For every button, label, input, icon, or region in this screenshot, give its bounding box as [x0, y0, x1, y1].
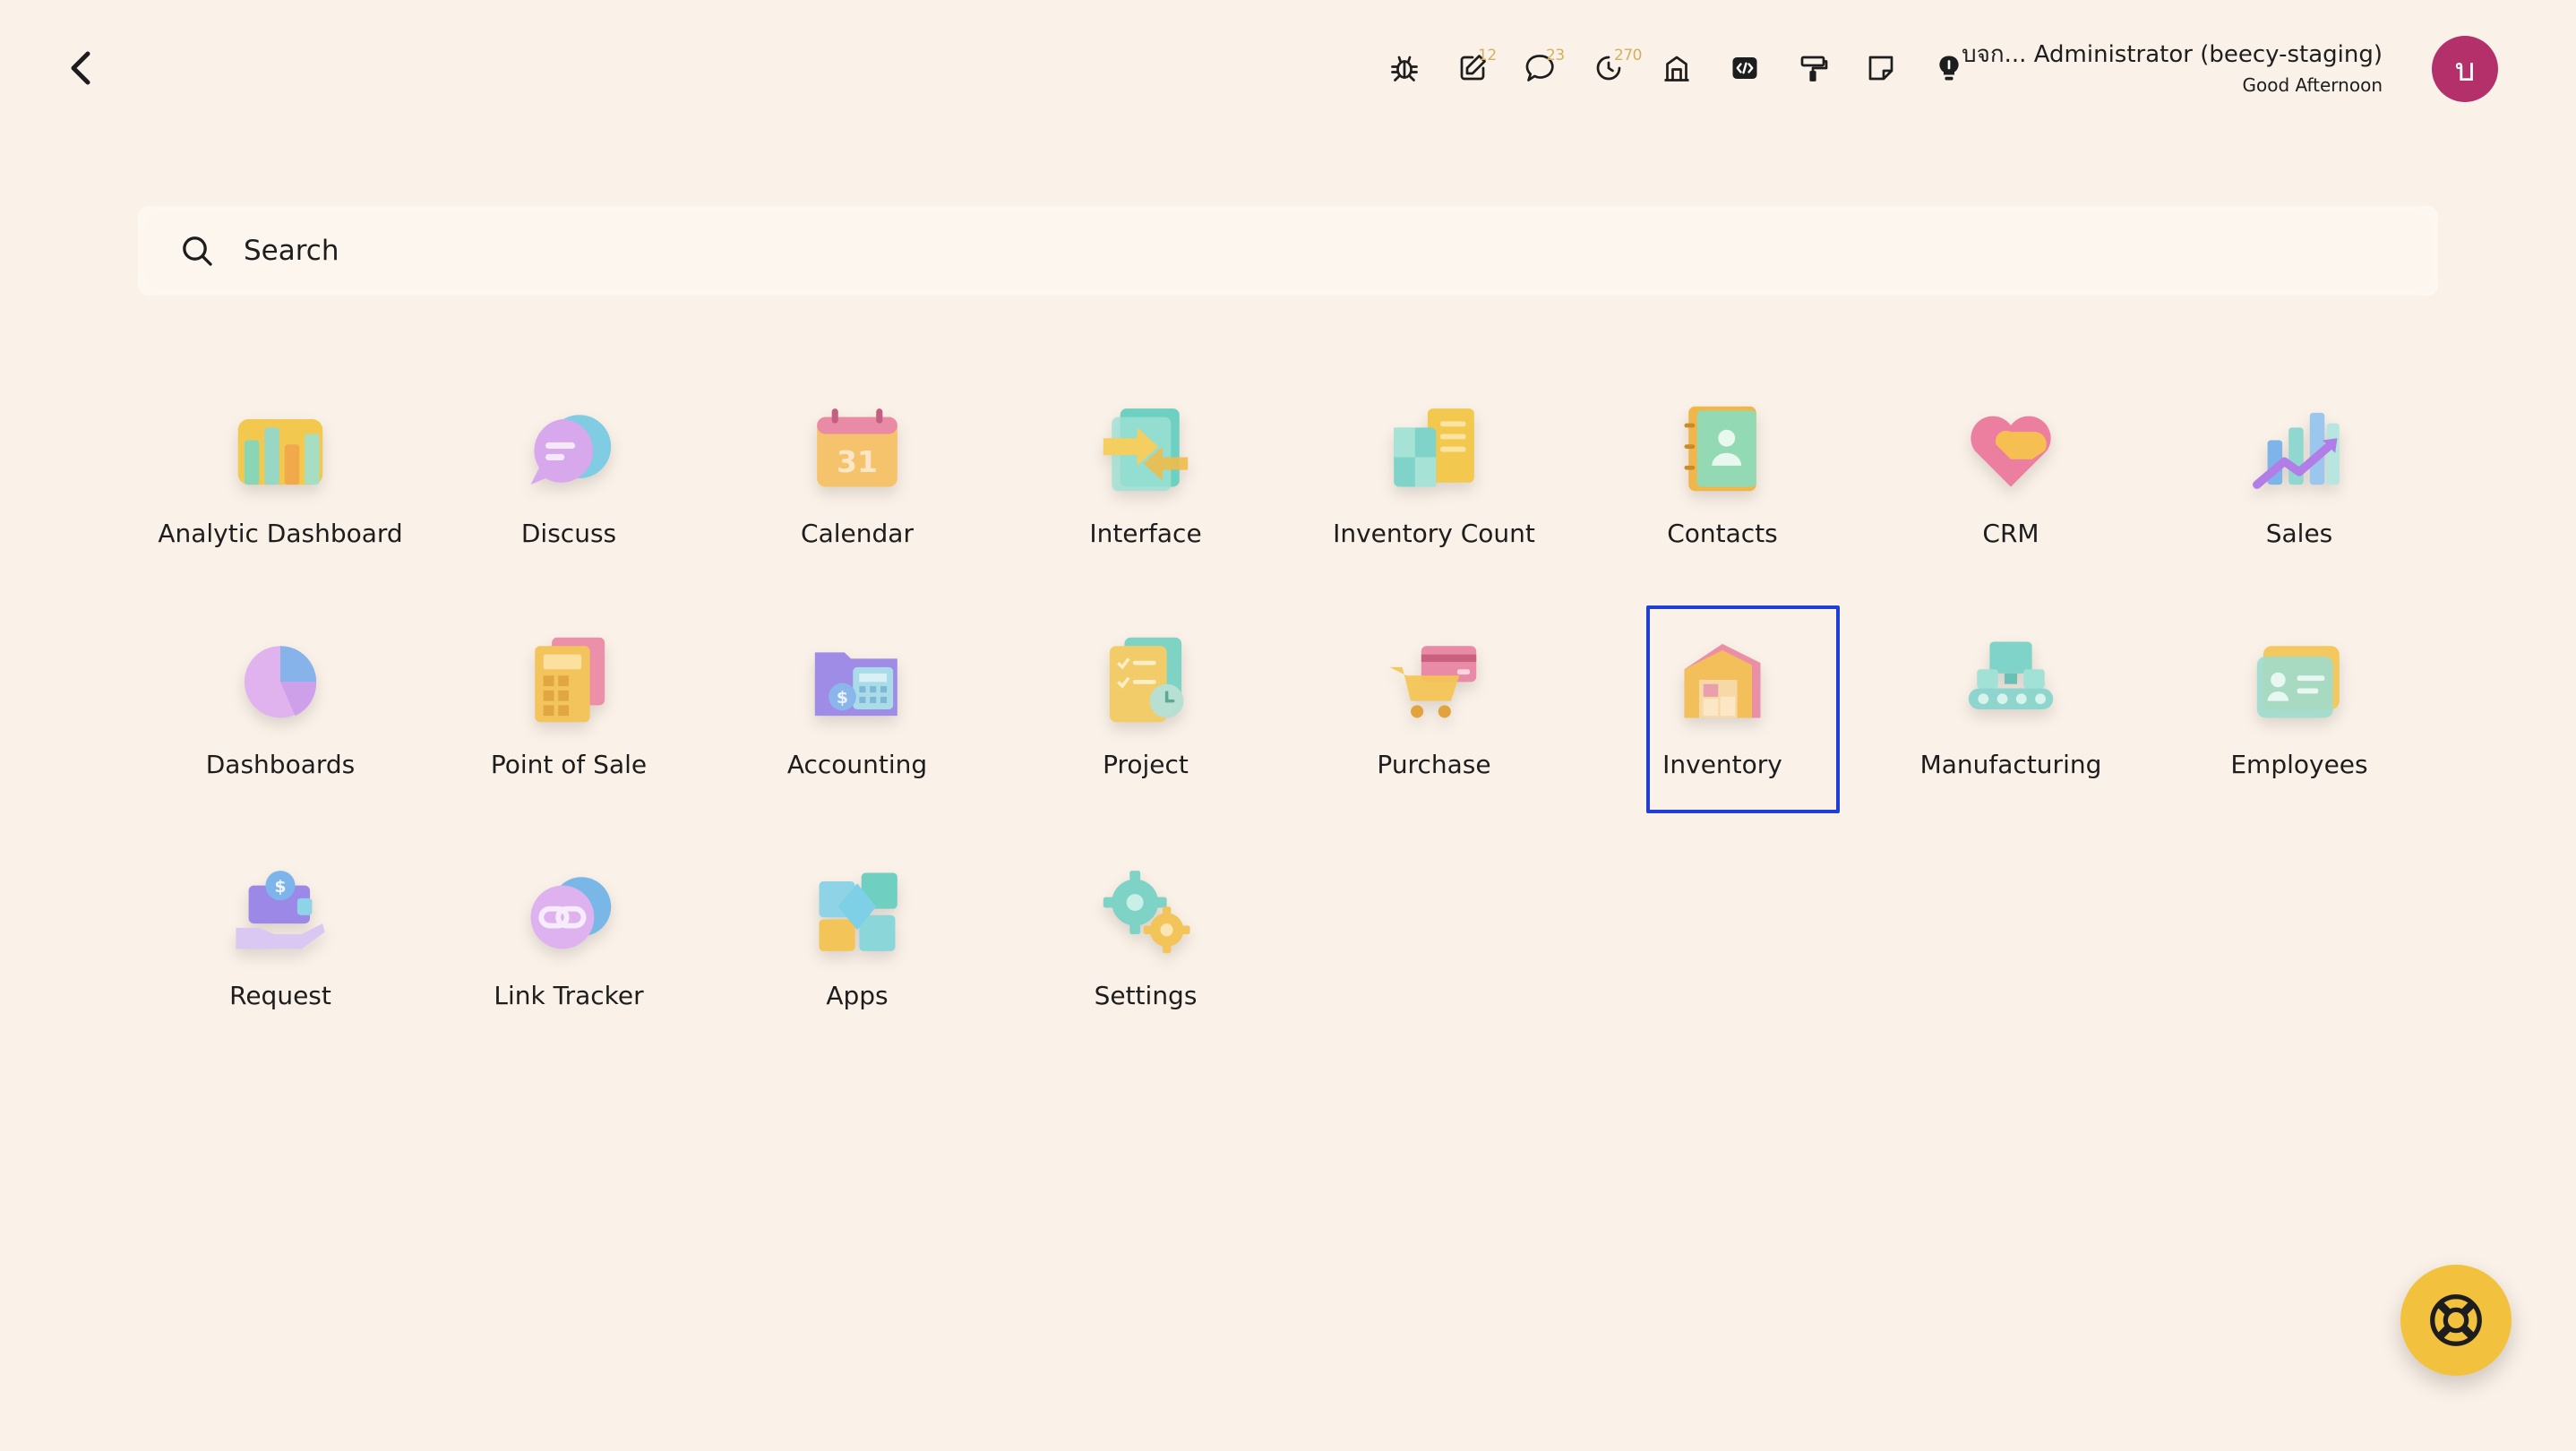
- search-icon: [183, 236, 212, 266]
- sales-chart-icon: [2253, 412, 2340, 489]
- link-icon: [530, 877, 612, 949]
- id-card-icon: [2256, 646, 2340, 718]
- app-label: Request: [229, 981, 331, 1010]
- chevron-left-icon: [71, 51, 90, 85]
- app-accounting[interactable]: $ Accounting: [713, 605, 1001, 837]
- search-bar[interactable]: [138, 206, 2438, 296]
- app-point-of-sale[interactable]: Point of Sale: [425, 605, 713, 837]
- svg-text:$: $: [274, 877, 286, 897]
- building-icon: [1664, 56, 1689, 82]
- pie-chart-icon: [244, 646, 317, 718]
- user-name: บจก... Administrator (beecy-staging): [1962, 41, 2383, 68]
- search-input[interactable]: [242, 228, 2302, 274]
- messages-badge: 23: [1546, 47, 1565, 64]
- systray-company[interactable]: [1643, 41, 1711, 95]
- app-label: Purchase: [1377, 750, 1491, 779]
- user-greeting: Good Afternoon: [2242, 74, 2383, 96]
- user-menu[interactable]: บจก... Administrator (beecy-staging) Goo…: [1962, 39, 2383, 97]
- systray-activity[interactable]: 270: [1575, 41, 1643, 95]
- gears-icon: [1103, 871, 1190, 954]
- app-discuss[interactable]: Discuss: [425, 374, 713, 605]
- app-label: Apps: [826, 981, 889, 1010]
- calendar-icon: 31: [817, 408, 897, 487]
- svg-text:31: 31: [837, 444, 878, 479]
- svg-text:$: $: [837, 688, 848, 708]
- systray-sticky-notes[interactable]: [1847, 41, 1915, 95]
- app-label: Settings: [1094, 981, 1198, 1010]
- accounting-folder-icon: $: [814, 652, 897, 717]
- app-label: Dashboards: [205, 750, 356, 779]
- app-label: Inventory: [1662, 750, 1782, 779]
- app-label: Sales: [2265, 519, 2333, 548]
- help-button[interactable]: [2400, 1265, 2512, 1376]
- app-analytic-dashboard[interactable]: Analytic Dashboard: [136, 374, 425, 605]
- avatar[interactable]: บ: [2432, 36, 2498, 102]
- app-crm[interactable]: CRM: [1867, 374, 2155, 605]
- lifebuoy-icon: [2430, 1294, 2482, 1346]
- bar-chart-icon: [237, 418, 323, 485]
- app-label: Discuss: [520, 519, 617, 548]
- systray-theme[interactable]: [1779, 41, 1847, 95]
- app-label: Contacts: [1667, 519, 1778, 548]
- apps-grid: Analytic Dashboard Discuss 31 Calendar I…: [136, 374, 2443, 1068]
- app-label: Analytic Dashboard: [158, 519, 403, 548]
- pos-terminal-icon: [535, 637, 605, 723]
- systray-developer[interactable]: [1711, 41, 1779, 95]
- app-request[interactable]: $ Request: [136, 837, 425, 1068]
- app-project[interactable]: Project: [1001, 605, 1290, 837]
- interface-arrows-icon: [1103, 408, 1189, 492]
- app-label: Accounting: [786, 750, 928, 779]
- paint-roller-icon: [1800, 56, 1828, 82]
- shopping-cart-icon: [1389, 646, 1477, 718]
- apps-cubes-icon: [819, 872, 897, 951]
- sticky-note-icon: [1868, 56, 1893, 81]
- app-inventory-count[interactable]: Inventory Count: [1290, 374, 1578, 605]
- project-checklist-icon: [1109, 637, 1184, 723]
- app-calendar[interactable]: 31 Calendar: [713, 374, 1001, 605]
- back-button[interactable]: [61, 45, 100, 91]
- hand-money-icon: $: [236, 871, 325, 949]
- bug-icon: [1391, 56, 1418, 82]
- app-label: CRM: [1982, 519, 2039, 548]
- app-interface[interactable]: Interface: [1001, 374, 1290, 605]
- warehouse-icon: [1684, 643, 1761, 718]
- top-navbar: 12 23 270 บจก... Administrator (beecy-st…: [0, 0, 2576, 136]
- lightbulb-icon: [1939, 56, 1959, 81]
- systray-messaging[interactable]: 23: [1507, 41, 1575, 95]
- systray-debug[interactable]: [1370, 41, 1438, 95]
- systray: 12 23 270: [1370, 41, 1983, 95]
- app-label: Interface: [1089, 519, 1202, 548]
- conveyor-icon: [1968, 641, 2054, 710]
- app-dashboards[interactable]: Dashboards: [136, 605, 425, 837]
- app-purchase[interactable]: Purchase: [1290, 605, 1578, 837]
- heart-handshake-icon: [1971, 416, 2051, 487]
- app-settings[interactable]: Settings: [1001, 837, 1290, 1068]
- contacts-book-icon: [1684, 406, 1756, 492]
- app-sales[interactable]: Sales: [2155, 374, 2443, 605]
- app-link-tracker[interactable]: Link Tracker: [425, 837, 713, 1068]
- code-icon: [1732, 57, 1757, 79]
- app-label: Project: [1103, 750, 1189, 779]
- notes-badge: 12: [1478, 47, 1497, 64]
- systray-activities-notes[interactable]: 12: [1438, 41, 1507, 95]
- app-label: Employees: [2230, 750, 2368, 779]
- chat-bubbles-icon: [530, 415, 612, 485]
- app-label: Calendar: [801, 519, 914, 548]
- app-employees[interactable]: Employees: [2155, 605, 2443, 837]
- app-manufacturing[interactable]: Manufacturing: [1867, 605, 2155, 837]
- inventory-count-icon: [1394, 408, 1474, 487]
- app-label: Link Tracker: [494, 981, 644, 1010]
- activity-badge: 270: [1614, 47, 1642, 64]
- app-inventory[interactable]: Inventory: [1578, 605, 1867, 837]
- app-label: Manufacturing: [1919, 750, 2102, 779]
- app-label: Inventory Count: [1333, 519, 1535, 548]
- app-contacts[interactable]: Contacts: [1578, 374, 1867, 605]
- app-label: Point of Sale: [490, 750, 648, 779]
- app-apps[interactable]: Apps: [713, 837, 1001, 1068]
